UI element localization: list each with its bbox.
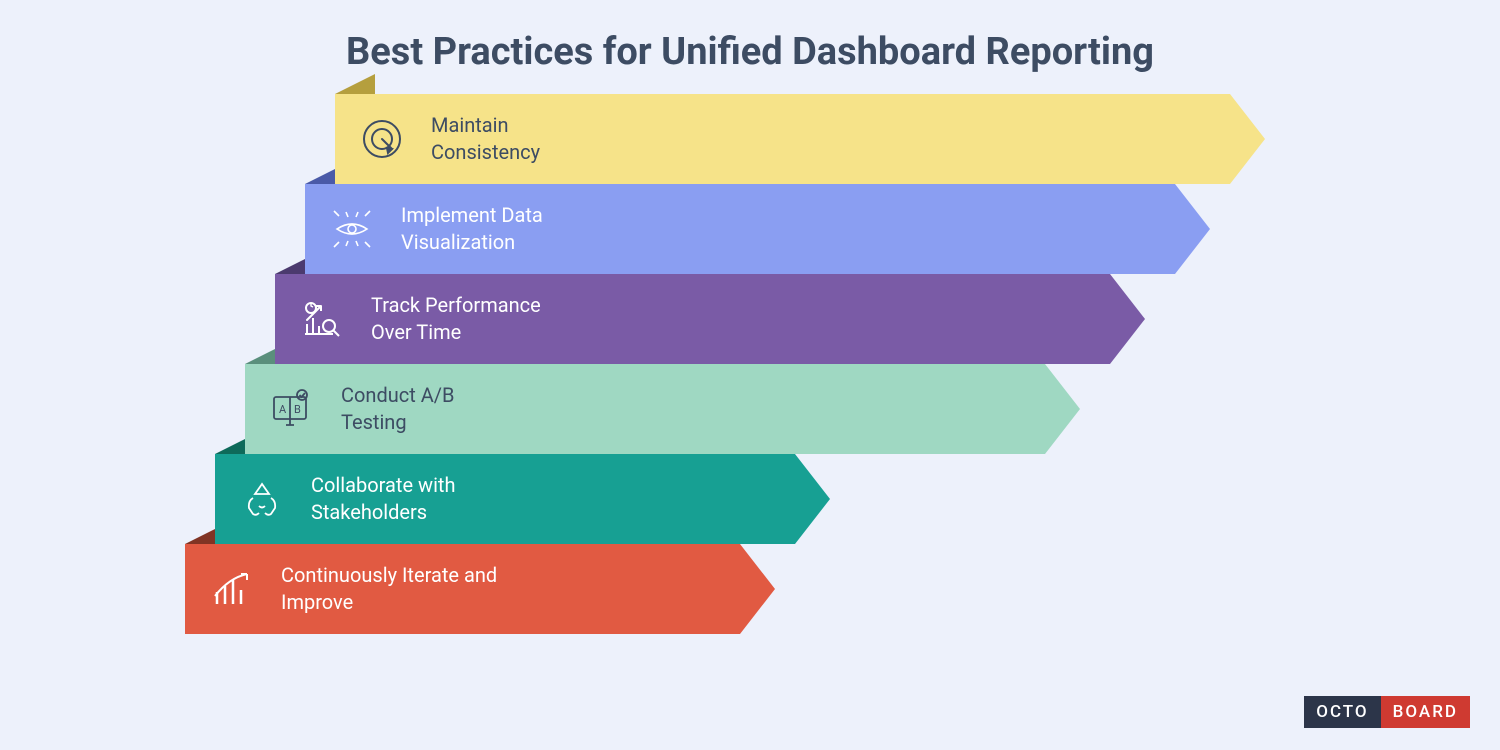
row-tail bbox=[335, 74, 375, 94]
row-bar: Continuously Iterate and Improve bbox=[185, 544, 740, 634]
row-label: Continuously Iterate and Improve bbox=[281, 562, 497, 616]
row-iterate-improve: Continuously Iterate and Improve bbox=[195, 544, 1500, 634]
logo-part-2: BOARD bbox=[1381, 696, 1470, 728]
row-label: Maintain Consistency bbox=[431, 112, 540, 166]
row-label: Implement Data Visualization bbox=[401, 202, 543, 256]
growth-chart-icon bbox=[205, 566, 259, 612]
row-implement-data-visualization: Implement Data Visualization bbox=[195, 184, 1500, 274]
row-maintain-consistency: Maintain Consistency bbox=[195, 94, 1500, 184]
row-bar: A B Conduct A/B Testing bbox=[245, 364, 1045, 454]
chart-magnify-icon bbox=[295, 296, 349, 342]
row-ab-testing: A B Conduct A/B Testing bbox=[195, 364, 1500, 454]
funnel-rows: Maintain Consistency Imp bbox=[195, 94, 1500, 634]
target-icon bbox=[355, 117, 409, 161]
row-bar: Implement Data Visualization bbox=[305, 184, 1175, 274]
row-label: Collaborate with Stakeholders bbox=[311, 472, 456, 526]
row-track-performance: Track Performance Over Time bbox=[195, 274, 1500, 364]
row-label: Conduct A/B Testing bbox=[341, 382, 455, 436]
row-bar: Maintain Consistency bbox=[335, 94, 1230, 184]
row-label: Track Performance Over Time bbox=[371, 292, 541, 346]
row-bar: Track Performance Over Time bbox=[275, 274, 1110, 364]
page-title: Best Practices for Unified Dashboard Rep… bbox=[0, 0, 1500, 94]
eye-insight-icon bbox=[325, 206, 379, 252]
row-collaborate-stakeholders: Collaborate with Stakeholders bbox=[195, 454, 1500, 544]
octoboard-logo: OCTO BOARD bbox=[1304, 696, 1470, 728]
collaborate-hands-icon bbox=[235, 476, 289, 522]
row-bar: Collaborate with Stakeholders bbox=[215, 454, 795, 544]
svg-text:B: B bbox=[294, 403, 301, 416]
svg-text:A: A bbox=[279, 403, 287, 416]
logo-part-1: OCTO bbox=[1304, 696, 1380, 728]
ab-test-icon: A B bbox=[265, 385, 319, 433]
